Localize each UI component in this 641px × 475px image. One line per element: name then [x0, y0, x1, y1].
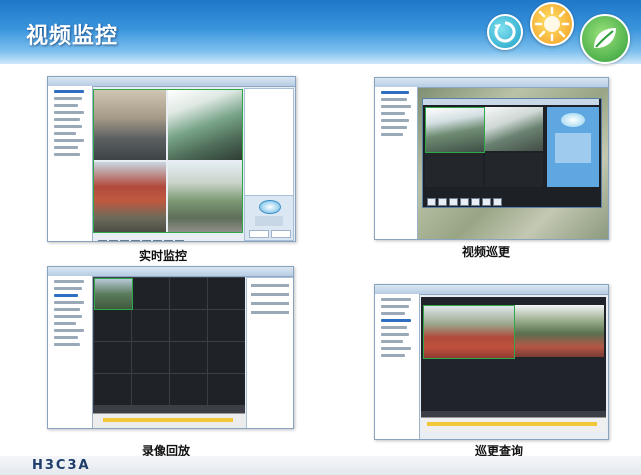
- empty-video-slot: [425, 153, 483, 187]
- playback-screenshot: [47, 266, 294, 429]
- slide-footer: [0, 456, 641, 475]
- ptz-direction-pad[interactable]: [561, 113, 585, 127]
- leaf-logo-icon: [580, 14, 630, 64]
- search-options-panel[interactable]: [246, 277, 293, 428]
- video-feed-parking-1: [425, 107, 485, 153]
- device-tree: [48, 276, 93, 428]
- layout-toolbar[interactable]: [427, 191, 504, 210]
- patrol-query-screenshot: [374, 284, 609, 440]
- empty-video-slot: [485, 153, 543, 187]
- playback-timeline[interactable]: [93, 413, 245, 428]
- sun-logo-icon: [530, 2, 574, 46]
- panel-caption-patrol: 视频巡更: [462, 245, 511, 259]
- device-tree: [375, 294, 420, 439]
- video-feed-hillside: [94, 278, 133, 310]
- ptz-control-panel[interactable]: [244, 195, 294, 241]
- slide-title: 视频监控: [26, 24, 119, 49]
- patrol-side-controls[interactable]: [547, 107, 599, 187]
- video-feed-parking-2: [485, 107, 543, 151]
- camera-list-panel: [244, 88, 294, 196]
- patrol-popup-window: [422, 98, 602, 208]
- ptz-direction-pad[interactable]: [259, 200, 281, 214]
- realtime-monitor-screenshot: [47, 76, 296, 242]
- video-feed-track-field: [423, 305, 515, 359]
- playback-control-bar[interactable]: [93, 405, 245, 413]
- video-patrol-screenshot: [374, 77, 609, 240]
- video-feed-tree-lane: [515, 305, 604, 357]
- device-tree: [48, 86, 93, 241]
- layout-toolbar[interactable]: [98, 233, 186, 241]
- device-tree: [375, 87, 418, 239]
- panel-caption-realtime: 实时监控: [139, 249, 188, 263]
- video-grid-border: [93, 89, 243, 233]
- footer-brand-text: H3C3A: [32, 458, 91, 473]
- refresh-logo-icon: [487, 14, 523, 50]
- query-timeline[interactable]: [421, 417, 606, 432]
